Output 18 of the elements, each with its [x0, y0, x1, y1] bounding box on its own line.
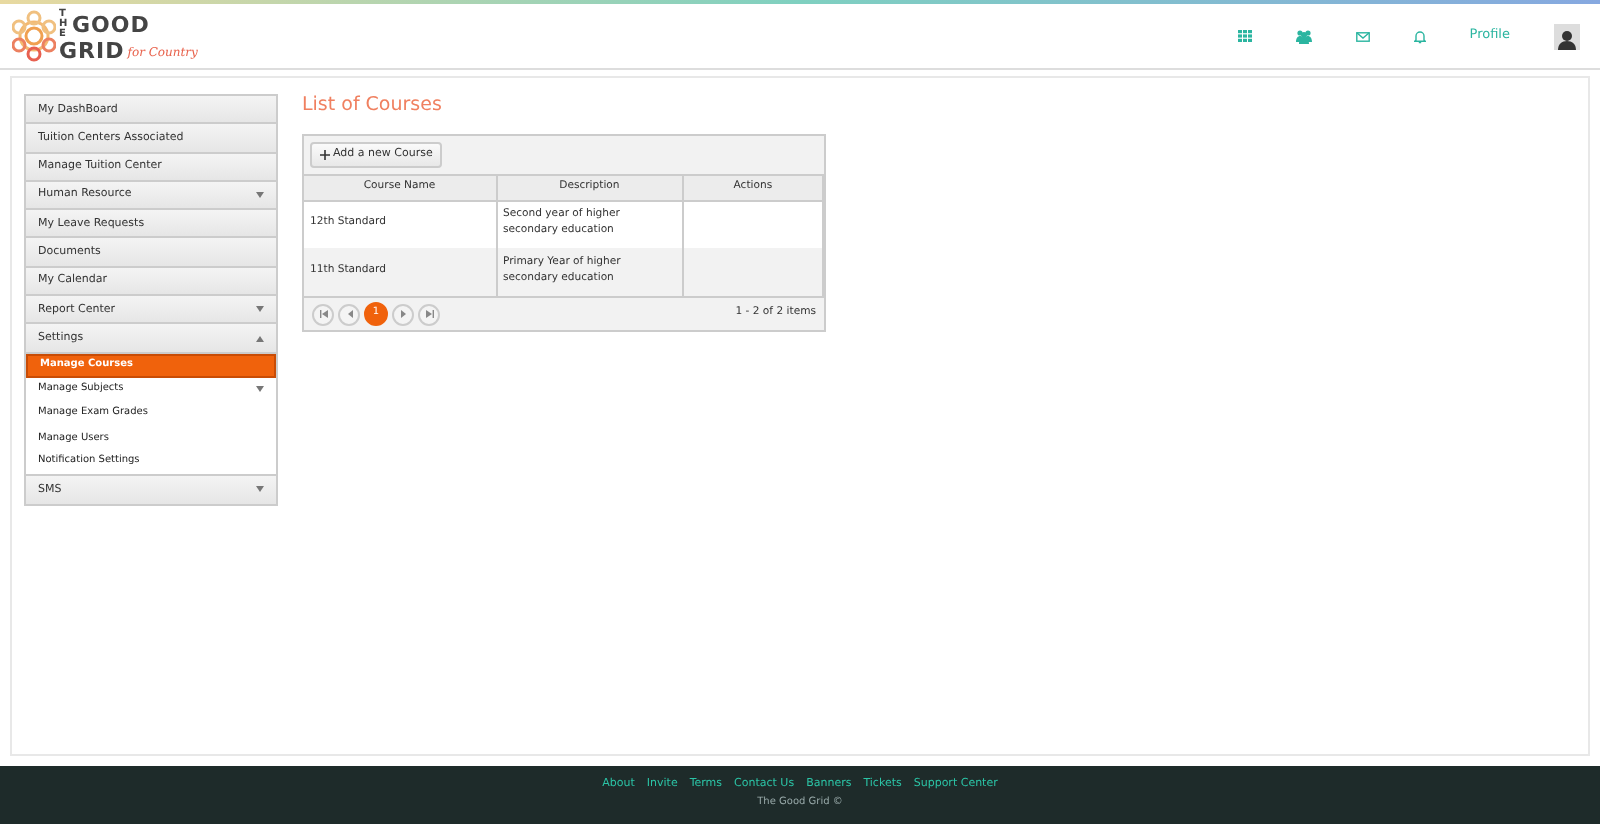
page-title: List of Courses	[302, 94, 444, 117]
people-icon[interactable]	[1295, 29, 1312, 43]
logo-text: GOOD	[72, 14, 150, 36]
last-arrow-icon	[425, 310, 433, 319]
left-arrow-icon	[345, 310, 353, 319]
first-arrow-icon	[319, 310, 327, 319]
next-page-button[interactable]	[392, 303, 414, 326]
previous-page-button[interactable]	[338, 303, 360, 326]
last-page-button[interactable]	[418, 303, 440, 326]
logo-text: GRID	[59, 40, 125, 62]
avatar-icon[interactable]	[1554, 23, 1580, 49]
right-arrow-icon	[399, 310, 407, 319]
first-page-button[interactable]	[312, 303, 334, 326]
logo-icon	[12, 10, 56, 62]
grid-icon[interactable]	[1237, 30, 1252, 42]
mail-icon[interactable]	[1355, 31, 1370, 41]
bell-icon[interactable]	[1413, 29, 1426, 43]
plus-icon	[320, 150, 330, 161]
